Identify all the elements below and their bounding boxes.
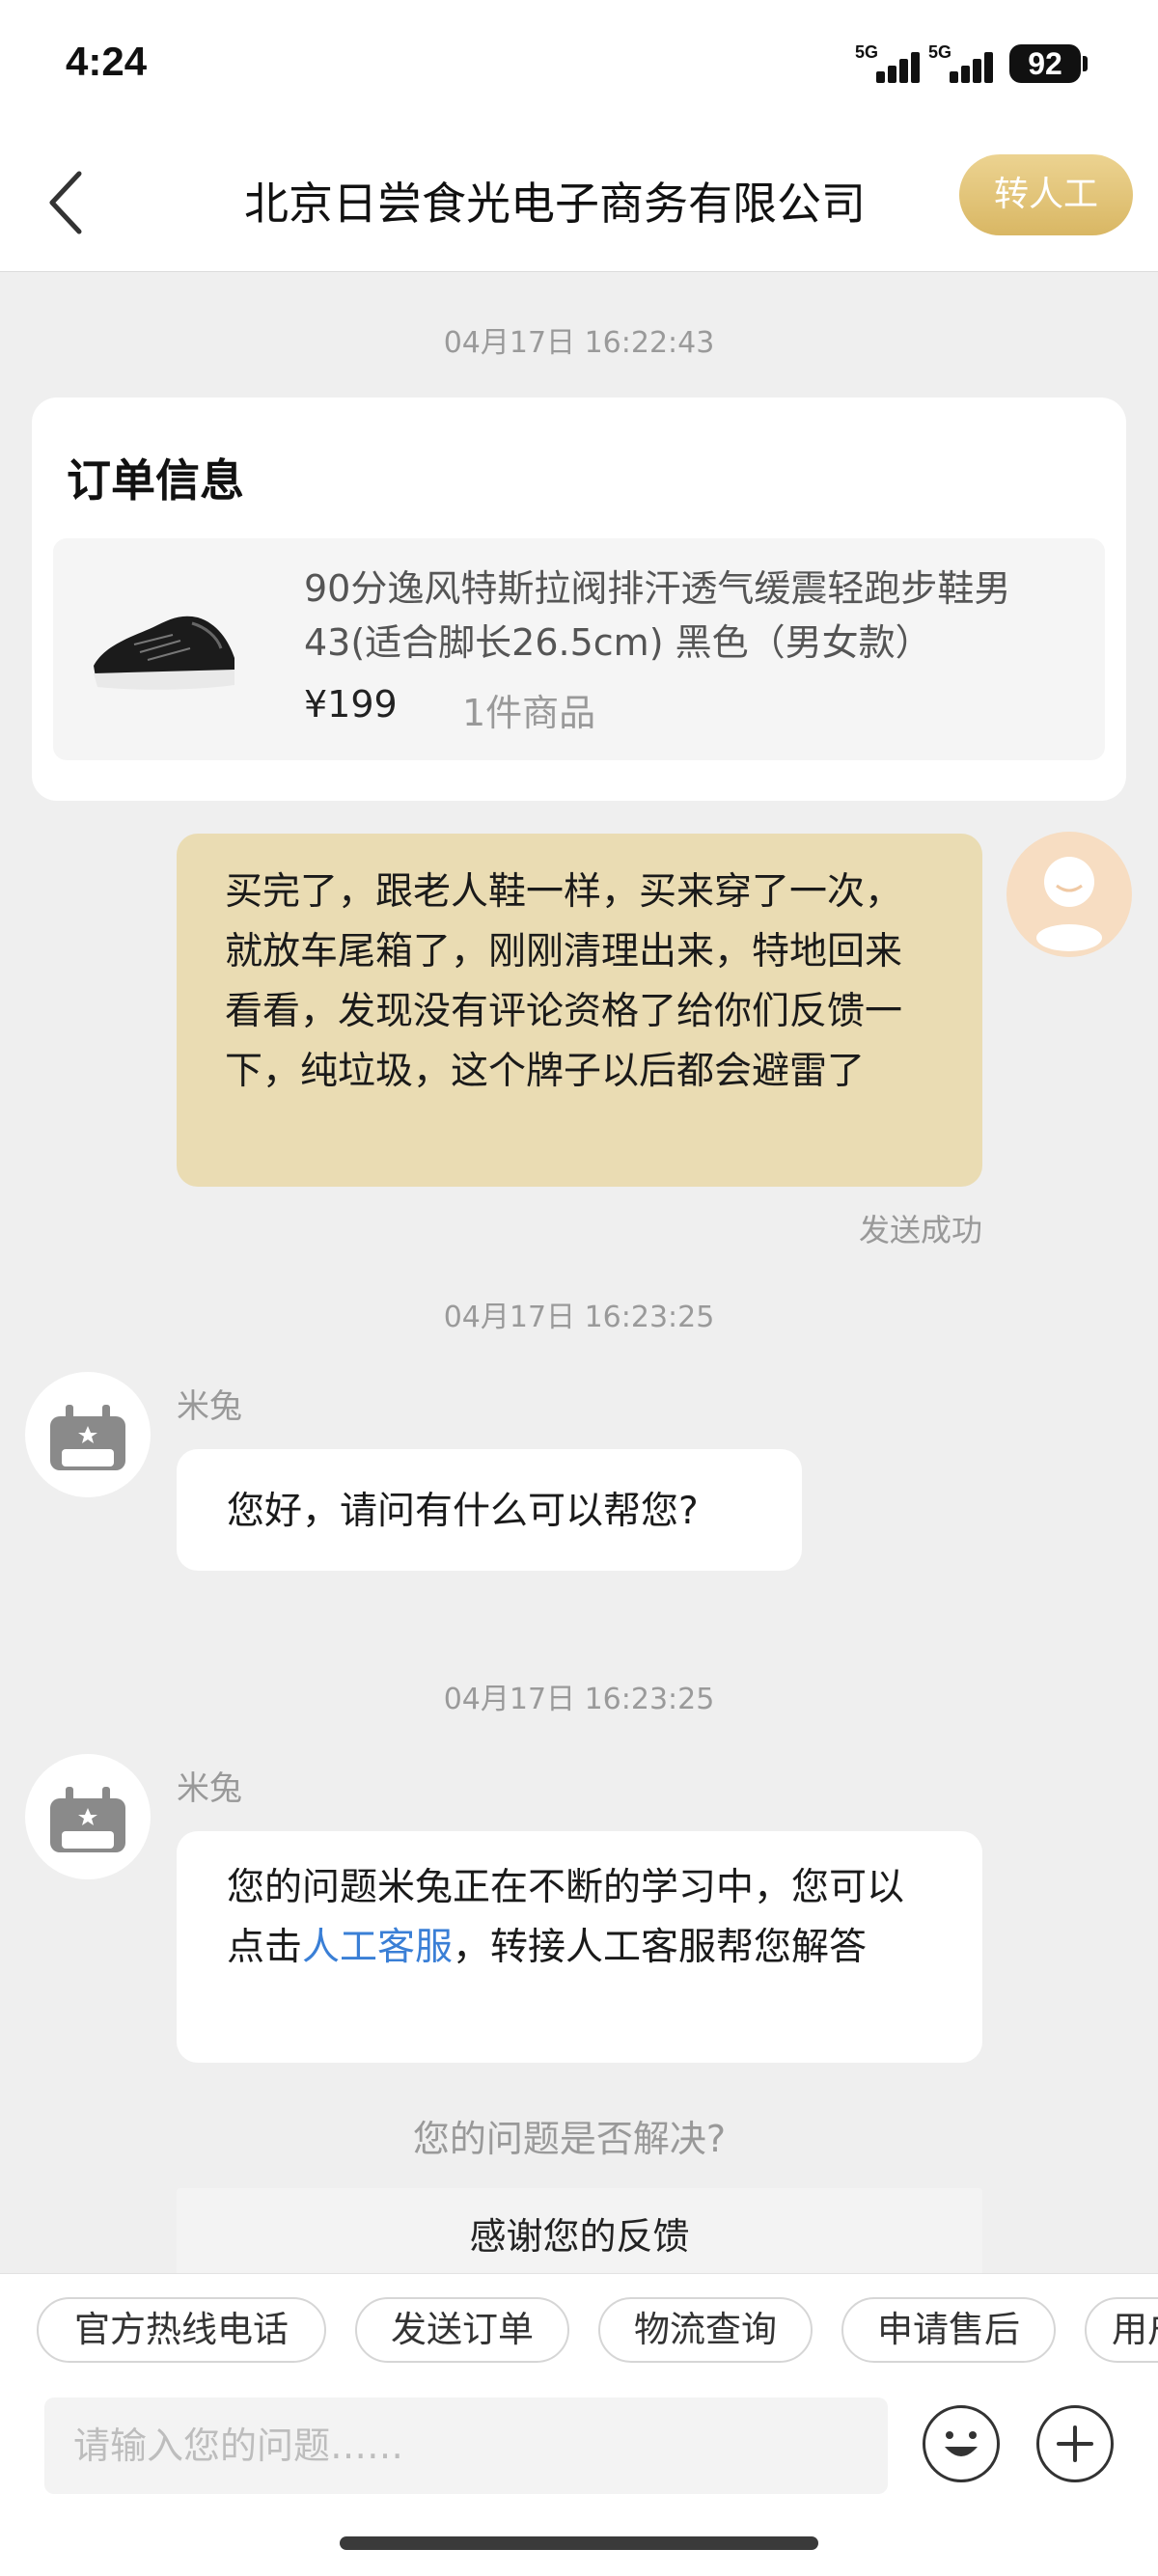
send-status: 发送成功 [858, 1212, 982, 1248]
resolve-question: 您的问题是否解决? [412, 2118, 727, 2160]
bot-message-text-end: ，转接人工客服帮您解答 [453, 1926, 868, 1969]
human-service-link[interactable]: 人工客服 [302, 1926, 453, 1969]
message-timestamp: 04月17日 16:23:25 [443, 1301, 715, 1334]
battery-icon: 92 [1009, 44, 1081, 83]
home-indicator [340, 2536, 818, 2550]
product-image [76, 577, 250, 722]
order-card[interactable]: 订单信息 90分逸风特斯拉阀排汗透气缓震轻跑步鞋男 43(适合脚长26.5cm)… [32, 397, 1126, 801]
bot-avatar [25, 1754, 151, 1879]
smiley-icon[interactable] [923, 2405, 1000, 2482]
transfer-human-button[interactable]: 转人工 [959, 154, 1133, 235]
quick-action-after-sales[interactable]: 申请售后 [841, 2297, 1056, 2363]
quick-action-send-order[interactable]: 发送订单 [355, 2297, 569, 2363]
bot-name: 米兔 [177, 1769, 242, 1808]
message-input[interactable]: 请输入您的问题…… [44, 2398, 888, 2494]
back-icon[interactable] [39, 164, 96, 241]
quick-action-hotline[interactable]: 官方热线电话 [37, 2297, 326, 2363]
signal-icon-2: 5G [928, 42, 998, 83]
message-timestamp: 04月17日 16:22:43 [443, 326, 715, 360]
user-message-bubble: 买完了，跟老人鞋一样，买来穿了一次，就放车尾箱了，刚刚清理出来，特地回来看看，发… [177, 834, 982, 1187]
battery-cap [1083, 56, 1088, 71]
message-timestamp: 04月17日 16:23:25 [443, 1683, 715, 1716]
bot-name: 米兔 [177, 1387, 242, 1426]
bot-message-bubble: 您的问题米兔正在不断的学习中，您可以点击人工客服，转接人工客服帮您解答 [177, 1831, 982, 2063]
order-item[interactable]: 90分逸风特斯拉阀排汗透气缓震轻跑步鞋男 43(适合脚长26.5cm) 黑色（男… [53, 538, 1105, 760]
page-title: 北京日尝食光电子商务有限公司 [244, 178, 866, 230]
status-time: 4:24 [66, 39, 148, 84]
product-name: 90分逸风特斯拉阀排汗透气缓震轻跑步鞋男 43(适合脚长26.5cm) 黑色（男… [304, 567, 1011, 664]
bot-message-bubble: 您好，请问有什么可以帮您? [177, 1449, 802, 1571]
order-title: 订单信息 [67, 454, 244, 507]
product-quantity: 1件商品 [462, 692, 596, 734]
plus-icon[interactable] [1036, 2405, 1114, 2482]
user-avatar [1006, 832, 1132, 957]
feedback-button[interactable]: 感谢您的反馈 [177, 2188, 982, 2285]
quick-action-logistics[interactable]: 物流查询 [598, 2297, 813, 2363]
quick-actions: 官方热线电话 发送订单 物流查询 申请售后 用户 [0, 2297, 1158, 2367]
signal-icon: 5G [855, 42, 924, 83]
bot-avatar [25, 1372, 151, 1497]
quick-action-user[interactable]: 用户 [1085, 2297, 1158, 2363]
status-bar: 4:24 5G 5G 92 [0, 0, 1158, 135]
bottom-toolbar: 官方热线电话 发送订单 物流查询 申请售后 用户 请输入您的问题…… [0, 2273, 1158, 2576]
product-price: ¥199 [304, 683, 398, 726]
nav-bar: 北京日尝食光电子商务有限公司 转人工 [0, 135, 1158, 272]
